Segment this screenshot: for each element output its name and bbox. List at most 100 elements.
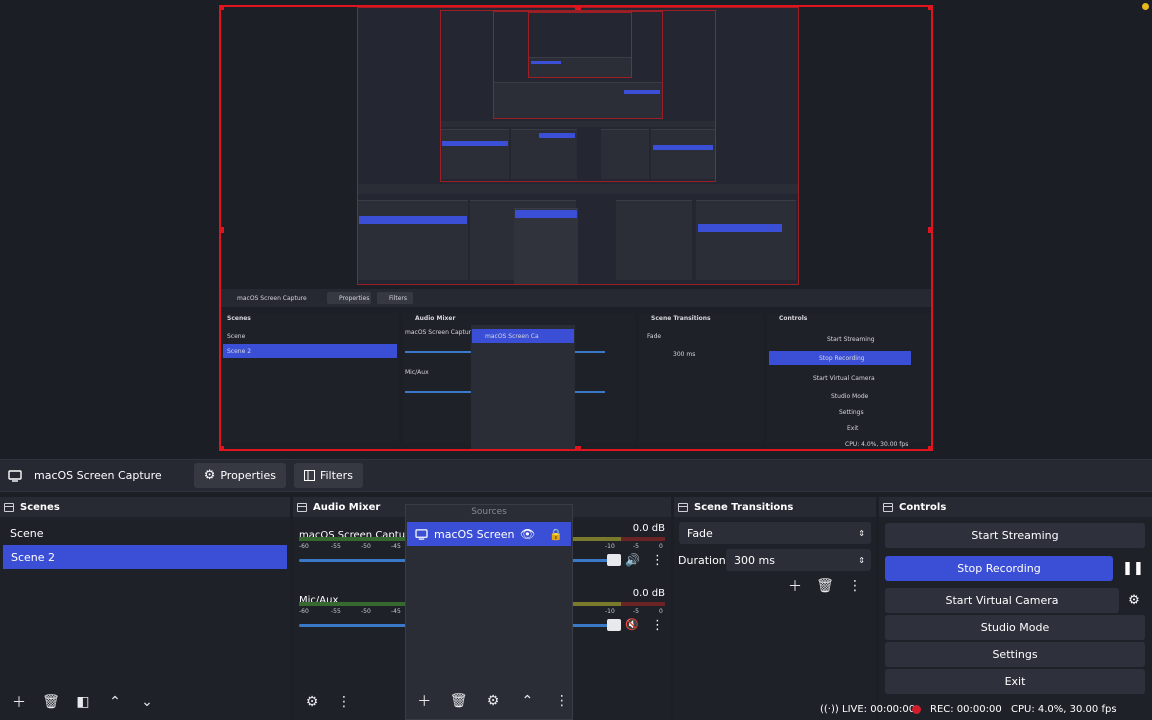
- nested-stop-recording: Stop Recording: [819, 355, 865, 362]
- plus-icon: ＋: [788, 579, 802, 595]
- nested-preview-level-1: macOS Screen Capture Properties Filters …: [221, 289, 931, 449]
- add-transition-button[interactable]: ＋: [784, 575, 806, 597]
- nested-mixer-title: Audio Mixer: [415, 315, 456, 322]
- controls-title: Controls: [899, 501, 947, 513]
- muted-speaker-icon[interactable]: 🔇: [625, 618, 639, 631]
- scenes-list: Scene Scene 2 ＋ 🗑 ◧ ⌃ ⌄: [0, 517, 290, 720]
- lock-icon[interactable]: 🔒: [549, 528, 563, 541]
- dock-icon: [297, 502, 307, 512]
- tick-label: -10: [605, 543, 615, 550]
- audio-mixer-title: Audio Mixer: [313, 501, 381, 513]
- tick-label: -5: [633, 543, 639, 550]
- updown-icon: ⇕: [858, 528, 865, 538]
- gear-icon: ⚙: [203, 468, 216, 483]
- transitions-body: Fade ⇕ Duration 300 ms ⇕ ＋ 🗑 ⋮: [674, 517, 876, 720]
- tick-label: -60: [299, 543, 309, 550]
- nested-start-streaming: Start Streaming: [827, 336, 875, 343]
- settings-button[interactable]: Settings: [885, 642, 1145, 667]
- sources-title: Sources: [471, 507, 507, 517]
- nested-transitions-title: Scene Transitions: [651, 315, 711, 322]
- volume-slider-handle[interactable]: [607, 619, 621, 631]
- tick-label: -55: [331, 608, 341, 615]
- volume-slider-handle[interactable]: [607, 554, 621, 566]
- scene-item-selected[interactable]: Scene 2: [3, 545, 287, 569]
- channel-menu-icon[interactable]: ⋮: [651, 618, 664, 633]
- pause-icon: ❚❚: [1122, 561, 1144, 576]
- source-item[interactable]: macOS Screen Ca 👁 🔒: [407, 522, 571, 546]
- nested-source-name: macOS Screen Capture: [237, 295, 307, 302]
- more-icon: ⋮: [848, 578, 862, 594]
- start-streaming-button[interactable]: Start Streaming: [885, 523, 1145, 548]
- pause-recording-button[interactable]: ❚❚: [1121, 556, 1145, 581]
- scenes-title: Scenes: [20, 501, 60, 513]
- virtual-camera-settings-button[interactable]: ⚙: [1123, 588, 1145, 613]
- transition-value: Fade: [687, 526, 713, 540]
- exit-button[interactable]: Exit: [885, 669, 1145, 694]
- cpu-fps: CPU: 4.0%, 30.00 fps: [1011, 704, 1117, 715]
- monitor-icon: [415, 528, 428, 540]
- scene-item[interactable]: Scene: [0, 521, 290, 545]
- nested-status: CPU: 4.0%, 30.00 fps: [845, 441, 909, 448]
- tick-label: -45: [391, 543, 401, 550]
- transitions-header: Scene Transitions: [674, 497, 876, 517]
- live-time: LIVE: 00:00:00: [842, 704, 916, 715]
- scenes-header: Scenes: [0, 497, 290, 517]
- eye-icon[interactable]: 👁: [520, 527, 535, 541]
- filters-label: Filters: [319, 469, 353, 482]
- preview-canvas[interactable]: macOS Screen Capture Properties Filters …: [219, 5, 933, 451]
- tick-label: -55: [331, 543, 341, 550]
- scenes-dock: Scenes Scene Scene 2 ＋ 🗑 ◧ ⌃ ⌄: [0, 497, 290, 720]
- controls-dock: Controls Start Streaming Stop Recording …: [879, 497, 1152, 720]
- transitions-dock: Scene Transitions Fade ⇕ Duration 300 ms…: [674, 497, 876, 720]
- nested-ch1: macOS Screen Capture: [405, 329, 475, 336]
- controls-header: Controls: [879, 497, 1152, 517]
- notification-dot: [1142, 3, 1149, 10]
- tick-label: -50: [361, 543, 371, 550]
- duration-spinbox[interactable]: 300 ms ⇕: [726, 549, 871, 571]
- current-source-name: macOS Screen Capture: [34, 469, 162, 482]
- nested-scene-1: Scene: [227, 333, 246, 340]
- channel-db: 0.0 dB: [632, 523, 665, 534]
- channel-menu-icon[interactable]: ⋮: [651, 553, 664, 568]
- rec-indicator: [912, 705, 921, 714]
- transition-menu-button[interactable]: ⋮: [844, 575, 866, 597]
- preview-area[interactable]: macOS Screen Capture Properties Filters …: [0, 0, 1152, 459]
- nested-scenes-title: Scenes: [227, 315, 251, 322]
- rec-time: REC: 00:00:00: [930, 704, 1002, 715]
- scene-label: Scene: [10, 526, 44, 540]
- nested-ch2: Mic/Aux: [405, 369, 429, 376]
- channel-db: 0.0 dB: [632, 588, 665, 599]
- speaker-icon[interactable]: 🔊: [625, 553, 640, 567]
- obs-window: macOS Screen Capture Properties Filters …: [0, 0, 1152, 720]
- start-virtual-camera-button[interactable]: Start Virtual Camera: [885, 588, 1119, 613]
- nested-filters: Filters: [389, 295, 407, 302]
- source-label: macOS Screen Ca: [434, 527, 514, 541]
- sources-dock: Sources macOS Screen Ca 👁 🔒 ＋ 🗑 ⚙ ⌃ ⋮: [405, 504, 573, 720]
- filters-button[interactable]: Filters: [293, 463, 363, 488]
- properties-label: Properties: [220, 469, 276, 482]
- studio-mode-button[interactable]: Studio Mode: [885, 615, 1145, 640]
- nested-virtual-camera: Start Virtual Camera: [813, 375, 875, 382]
- transition-select[interactable]: Fade ⇕: [679, 522, 871, 544]
- controls-body: Start Streaming Stop Recording ❚❚ Start …: [879, 517, 1152, 720]
- nested-scene-2: Scene 2: [227, 348, 252, 355]
- duration-value: 300 ms: [734, 553, 775, 567]
- dock-icon: [678, 502, 688, 512]
- nested-studio-mode: Studio Mode: [831, 393, 869, 400]
- monitor-icon: [8, 469, 22, 482]
- duration-label: Duration: [678, 554, 726, 567]
- stop-recording-button[interactable]: Stop Recording: [885, 556, 1113, 581]
- tick-label: 0: [659, 608, 663, 615]
- nested-fade: Fade: [647, 333, 662, 340]
- nested-controls-title: Controls: [779, 315, 808, 322]
- trash-icon: 🗑: [816, 578, 834, 594]
- transitions-title: Scene Transitions: [694, 501, 794, 513]
- remove-transition-button[interactable]: 🗑: [814, 575, 836, 597]
- dock-icon: [883, 502, 893, 512]
- nested-settings: Settings: [839, 409, 864, 416]
- status-bar: ((·)) LIVE: 00:00:00 REC: 00:00:00 CPU: …: [0, 700, 1152, 720]
- properties-button[interactable]: ⚙ Properties: [193, 463, 286, 488]
- tick-label: -60: [299, 608, 309, 615]
- filter-icon: [303, 470, 315, 481]
- dock-icon: [4, 502, 14, 512]
